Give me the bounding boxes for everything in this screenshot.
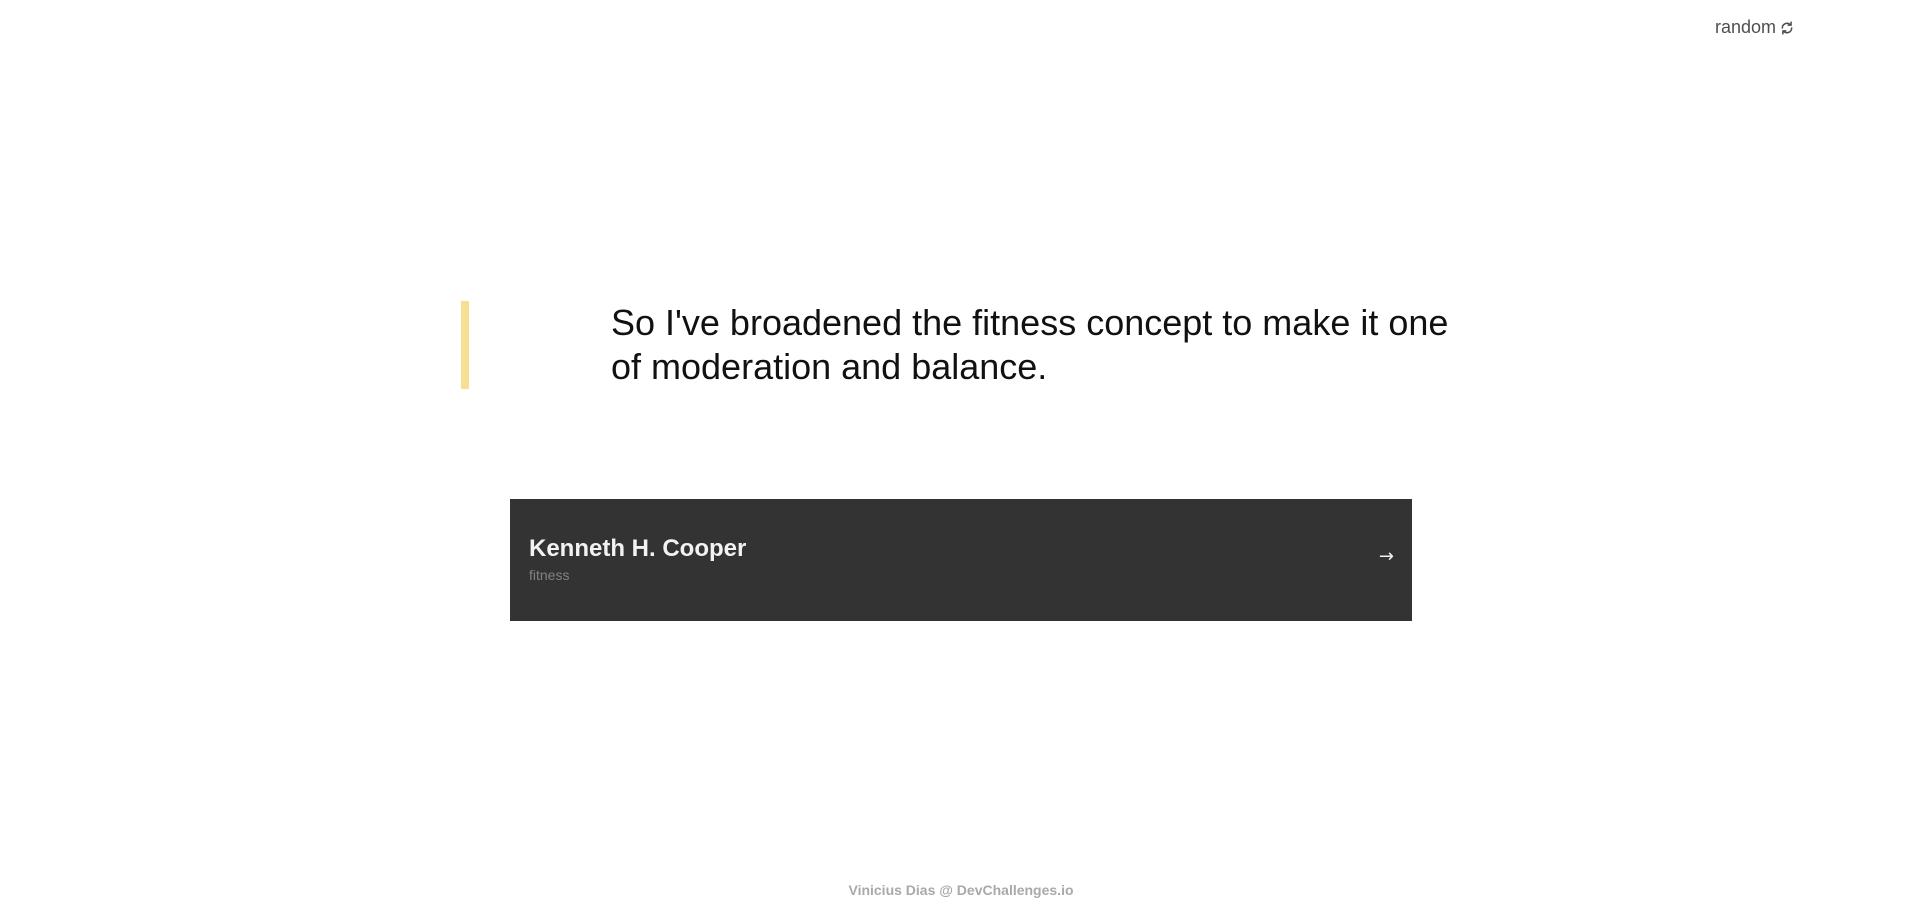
random-button[interactable]: random bbox=[1715, 17, 1795, 38]
author-genre: fitness bbox=[529, 567, 570, 583]
author-card[interactable]: Kenneth H. Cooper fitness → bbox=[510, 499, 1412, 621]
random-label: random bbox=[1715, 17, 1777, 37]
refresh-icon bbox=[1779, 20, 1795, 36]
author-name: Kenneth H. Cooper bbox=[529, 535, 747, 562]
quote-accent-bar bbox=[461, 301, 469, 389]
footer-credit: Vinicius Dias @ DevChallenges.io bbox=[848, 882, 1074, 898]
quote-text: So I've broadened the fitness concept to… bbox=[611, 302, 1449, 387]
arrow-right-icon: → bbox=[1378, 546, 1394, 567]
quote-block: So I've broadened the fitness concept to… bbox=[461, 301, 1461, 389]
page: random So I've broadened the fitness con… bbox=[0, 0, 1907, 907]
